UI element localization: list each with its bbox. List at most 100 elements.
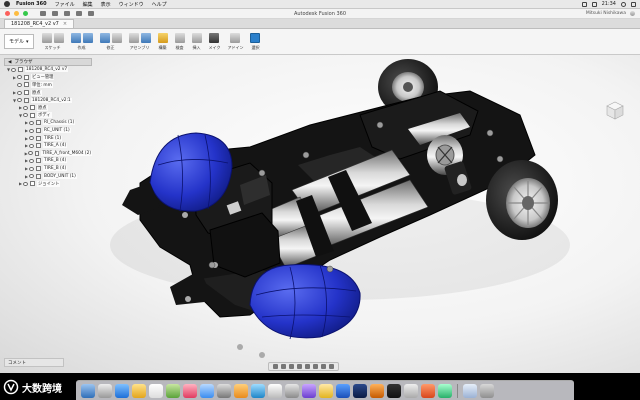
visibility-eye-icon[interactable]: [28, 151, 33, 156]
visibility-eye-icon[interactable]: [11, 67, 16, 72]
minimize-window-button[interactable]: [14, 11, 19, 16]
browser-tree-item[interactable]: ▼ ボディ: [4, 112, 92, 120]
browser-tree-item[interactable]: ▶ TIRE (1): [4, 134, 92, 142]
notification-center-icon[interactable]: [631, 1, 636, 7]
plane-icon[interactable]: [157, 33, 168, 43]
toolbar-group-label[interactable]: スケッチ: [45, 45, 61, 51]
browser-tree-item[interactable]: 単位: mm: [4, 81, 92, 89]
help-icon[interactable]: [630, 11, 635, 16]
comments-panel[interactable]: コメント: [4, 358, 64, 367]
app-store-icon[interactable]: [200, 383, 214, 398]
fit-icon[interactable]: [305, 364, 310, 369]
visibility-eye-icon[interactable]: [29, 174, 34, 179]
orbit-icon[interactable]: [273, 364, 278, 369]
browser-tree-item[interactable]: ▶ RC_UNIT (1): [4, 127, 92, 135]
toolbar-group-label[interactable]: 挿入: [193, 45, 201, 51]
fillet-icon[interactable]: [111, 33, 122, 43]
browser-tree-item[interactable]: ▼ 181208_RC4_v2 v7: [4, 66, 92, 74]
browser-tree-item[interactable]: ▶ 原点: [4, 89, 92, 97]
look-at-icon[interactable]: [281, 364, 286, 369]
finish-sketch-icon[interactable]: [53, 33, 64, 43]
pan-icon[interactable]: [289, 364, 294, 369]
visibility-eye-icon[interactable]: [23, 113, 28, 118]
visibility-eye-icon[interactable]: [17, 98, 22, 103]
apple-menu-icon[interactable]: [4, 1, 10, 7]
visibility-eye-icon[interactable]: [23, 181, 28, 186]
terminal-icon[interactable]: [285, 383, 299, 398]
3d-print-icon[interactable]: [209, 33, 220, 43]
mail-icon[interactable]: [251, 383, 265, 398]
fusion-360-icon[interactable]: [234, 383, 248, 398]
close-window-button[interactable]: [5, 11, 10, 16]
notes-icon[interactable]: [132, 383, 146, 398]
cylinder-icon[interactable]: [82, 33, 93, 43]
browser-tree-item[interactable]: ▶ TIRE_A_front_M604 (2): [4, 150, 93, 158]
file-menu-icon[interactable]: [52, 11, 58, 16]
box-icon[interactable]: [70, 33, 81, 43]
visibility-eye-icon[interactable]: [17, 82, 22, 87]
view-cube[interactable]: [604, 99, 626, 121]
spotlight-search-icon[interactable]: [621, 1, 626, 7]
scripts-icon[interactable]: [230, 33, 241, 43]
menu-window[interactable]: ウィンドウ: [119, 1, 144, 8]
viewports-icon[interactable]: [329, 364, 334, 369]
zoom-window-button[interactable]: [23, 11, 28, 16]
press-pull-icon[interactable]: [99, 33, 110, 43]
visibility-eye-icon[interactable]: [17, 75, 22, 80]
display-settings-icon[interactable]: [313, 364, 318, 369]
safari-icon[interactable]: [115, 383, 129, 398]
toolbar-group-label[interactable]: 構築: [159, 45, 167, 51]
chevron-down-icon[interactable]: ◀: [8, 60, 11, 65]
browser-tree-item[interactable]: ▶ ジョイント: [4, 180, 92, 188]
browser-tree-item[interactable]: ▶ TIRE_A (4): [4, 142, 92, 150]
rear-left-tire[interactable]: [486, 160, 558, 240]
textedit-icon[interactable]: [404, 383, 418, 398]
toolbar-group-label[interactable]: 選択: [251, 45, 259, 51]
select-icon[interactable]: [250, 33, 261, 43]
redo-icon[interactable]: [88, 11, 94, 16]
as-built-icon[interactable]: [140, 33, 151, 43]
browser-tree-item[interactable]: ▼ 181208_RC4_v2:1: [4, 96, 92, 104]
browser-tree-item[interactable]: ▶ ビュー管理: [4, 74, 92, 82]
browser-tree-item[interactable]: ▶ 原点: [4, 104, 92, 112]
visibility-eye-icon[interactable]: [29, 158, 34, 163]
visibility-eye-icon[interactable]: [23, 105, 28, 110]
visibility-eye-icon[interactable]: [29, 166, 34, 171]
after-effects-icon[interactable]: [387, 383, 401, 398]
document-tab[interactable]: 181208_RC4_v2 v7 ×: [4, 19, 75, 28]
launchpad-icon[interactable]: [98, 383, 112, 398]
toolbar-group-label[interactable]: アセンブリ: [130, 45, 150, 51]
3d-viewport[interactable]: [0, 55, 640, 373]
browser-header[interactable]: ◀ ブラウザ: [4, 58, 92, 66]
menu-app-name[interactable]: Fusion 360: [16, 1, 47, 7]
zoom-icon[interactable]: [297, 364, 302, 369]
podcasts-icon[interactable]: [302, 383, 316, 398]
system-preferences-icon[interactable]: [217, 383, 231, 398]
insert-image-icon[interactable]: [191, 33, 202, 43]
menu-view[interactable]: 表示: [101, 1, 111, 8]
messages-icon[interactable]: [166, 383, 180, 398]
browser-tree-item[interactable]: ▶ TIRE_B (4): [4, 165, 92, 173]
undo-icon[interactable]: [76, 11, 82, 16]
joint-icon[interactable]: [128, 33, 139, 43]
browser-tree-item[interactable]: ▶ TIRE_B (4): [4, 157, 92, 165]
keynote-icon[interactable]: [336, 383, 350, 398]
stickies-icon[interactable]: [319, 383, 333, 398]
music-icon[interactable]: [183, 383, 197, 398]
photoshop-icon[interactable]: [353, 383, 367, 398]
menu-file[interactable]: ファイル: [55, 1, 75, 8]
toolbar-group-label[interactable]: 修正: [107, 45, 115, 51]
preview-icon[interactable]: [268, 383, 282, 398]
menubar-clock[interactable]: 21:34: [602, 1, 616, 7]
visibility-eye-icon[interactable]: [29, 120, 34, 125]
visibility-eye-icon[interactable]: [29, 128, 34, 133]
sketch-icon[interactable]: [41, 33, 52, 43]
downloads-stack-icon[interactable]: [463, 383, 477, 398]
firefox-icon[interactable]: [421, 383, 435, 398]
menu-help[interactable]: ヘルプ: [152, 1, 167, 8]
toolbar-group-label[interactable]: 作成: [78, 45, 86, 51]
toolbar-group-label[interactable]: 検査: [176, 45, 184, 51]
finder-icon[interactable]: [81, 383, 95, 398]
model-canvas[interactable]: [0, 55, 640, 373]
grid-settings-icon[interactable]: [321, 364, 326, 369]
